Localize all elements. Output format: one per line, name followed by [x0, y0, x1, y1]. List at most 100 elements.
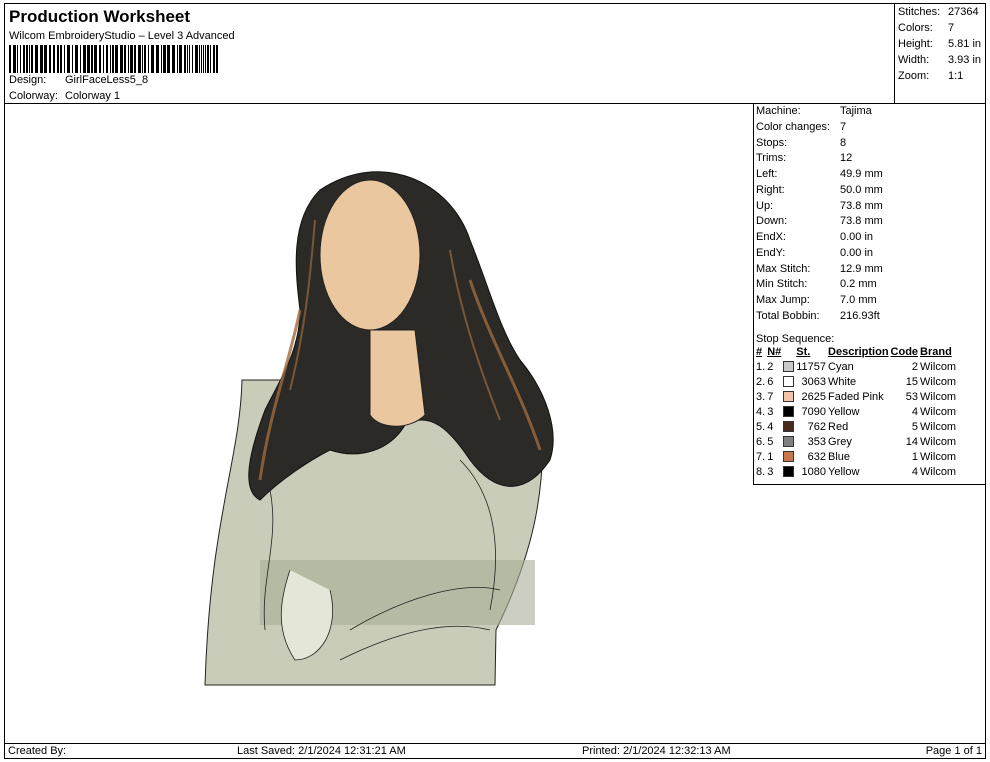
needle-number: 1 [767, 450, 774, 463]
color-code: 1 [911, 450, 919, 463]
color-description: White [828, 375, 857, 388]
info-value: 73.8 mm [840, 200, 883, 212]
stop-index: 6. [756, 435, 766, 448]
color-swatch [782, 449, 795, 464]
info-row-endy: EndY: 0.00 in [756, 247, 986, 262]
stitches-value: 27364 [948, 6, 979, 18]
height-label: Height: [898, 38, 933, 50]
info-label: Machine: [756, 105, 801, 117]
zoom-label: Zoom: [898, 70, 930, 82]
table-row: 6. 5 353 Grey 14 Wilcom [755, 434, 957, 449]
needle-number: 2 [767, 360, 774, 373]
info-row-endx: EndX: 0.00 in [756, 231, 986, 246]
info-row-max-jump: Max Jump: 7.0 mm [756, 294, 986, 309]
color-description: Blue [828, 450, 851, 463]
worksheet-footer: Created By: Last Saved: 2/1/2024 12:31:2… [4, 743, 986, 759]
info-label: Total Bobbin: [756, 310, 820, 322]
col-stitches: St. [796, 345, 811, 358]
info-row-total-bobbin: Total Bobbin: 216.93ft [756, 310, 986, 325]
color-code: 14 [905, 435, 919, 448]
info-row-down: Down: 73.8 mm [756, 215, 986, 230]
info-label: Stops: [756, 137, 788, 149]
color-description: Red [828, 420, 849, 433]
stitch-count: 1080 [801, 465, 827, 478]
color-swatch-icon [783, 421, 795, 433]
colors-label: Colors: [898, 22, 933, 34]
thread-brand: Wilcom [920, 405, 957, 418]
col-description: Description [828, 345, 889, 358]
info-value: 0.00 in [840, 231, 874, 243]
stop-index: 4. [756, 405, 766, 418]
color-code: 15 [905, 375, 919, 388]
neck-shape [369, 329, 426, 427]
color-description: Faded Pink [828, 390, 884, 403]
table-row: 2. 6 3063 White 15 Wilcom [755, 374, 957, 389]
color-swatch [782, 374, 795, 389]
info-label: Trims: [756, 152, 787, 164]
info-label: EndX: [756, 231, 786, 243]
info-label: Max Jump: [756, 294, 810, 306]
color-swatch [782, 359, 795, 374]
info-row-color-changes: Color changes: 7 [756, 121, 986, 136]
stitch-count: 11757 [796, 360, 827, 373]
stitches-label: Stitches: [898, 6, 941, 18]
colorway-label: Colorway: [9, 90, 58, 102]
stop-index: 3. [756, 390, 766, 403]
needle-number: 5 [767, 435, 774, 448]
stitch-count: 2625 [801, 390, 827, 403]
needle-number: 6 [767, 375, 774, 388]
info-label: Min Stitch: [756, 278, 808, 290]
table-row: 3. 7 2625 Faded Pink 53 Wilcom [755, 389, 957, 404]
thread-brand: Wilcom [920, 435, 957, 448]
info-label: Right: [756, 184, 785, 196]
design-label: Design: [9, 74, 47, 86]
page-number: Page 1 of 1 [925, 745, 982, 757]
face-shape [319, 179, 421, 331]
color-swatch [782, 464, 795, 479]
col-needle: N# [767, 345, 782, 358]
info-value: 7 [840, 121, 847, 133]
stitch-count: 3063 [801, 375, 827, 388]
stop-index: 1. [756, 360, 766, 373]
info-row-stops: Stops: 8 [756, 137, 986, 152]
stitch-count: 353 [807, 435, 827, 448]
stop-index: 7. [756, 450, 766, 463]
info-row-min-stitch: Min Stitch: 0.2 mm [756, 278, 986, 293]
color-code: 2 [911, 360, 919, 373]
stitch-count: 7090 [801, 405, 827, 418]
color-code: 53 [905, 390, 919, 403]
info-value: 216.93ft [840, 310, 880, 322]
stop-index: 2. [756, 375, 766, 388]
info-row-up: Up: 73.8 mm [756, 200, 986, 215]
info-label: Color changes: [756, 121, 830, 133]
info-value: 0.00 in [840, 247, 874, 259]
width-label: Width: [898, 54, 930, 66]
col-index: # [756, 345, 763, 358]
info-value: 50.0 mm [840, 184, 883, 196]
thread-brand: Wilcom [920, 420, 957, 433]
stitch-count: 632 [807, 450, 827, 463]
info-row-right: Right: 50.0 mm [756, 184, 986, 199]
color-swatch-icon [783, 466, 795, 478]
info-label: EndY: [756, 247, 786, 259]
thread-brand: Wilcom [920, 375, 957, 388]
info-value: 7.0 mm [840, 294, 877, 306]
table-row: 5. 4 762 Red 5 Wilcom [755, 419, 957, 434]
thread-brand: Wilcom [920, 390, 957, 403]
page-title: Production Worksheet [9, 7, 191, 26]
summary-panel: Stitches: 27364 Colors: 7 Height: 5.81 i… [894, 3, 986, 104]
needle-number: 3 [767, 405, 774, 418]
software-name: Wilcom EmbroideryStudio – Level 3 Advanc… [9, 30, 235, 42]
color-code: 4 [911, 465, 919, 478]
created-by: Created By: [8, 745, 67, 757]
info-value: Tajima [840, 105, 872, 117]
info-label: Left: [756, 168, 778, 180]
last-saved: Last Saved: 2/1/2024 12:31:21 AM [237, 745, 406, 757]
info-label: Max Stitch: [756, 263, 811, 275]
color-swatch [782, 389, 795, 404]
colors-value: 7 [948, 22, 955, 34]
info-label: Down: [756, 215, 788, 227]
color-code: 5 [911, 420, 919, 433]
color-swatch-icon [783, 436, 795, 448]
info-row-left: Left: 49.9 mm [756, 168, 986, 183]
